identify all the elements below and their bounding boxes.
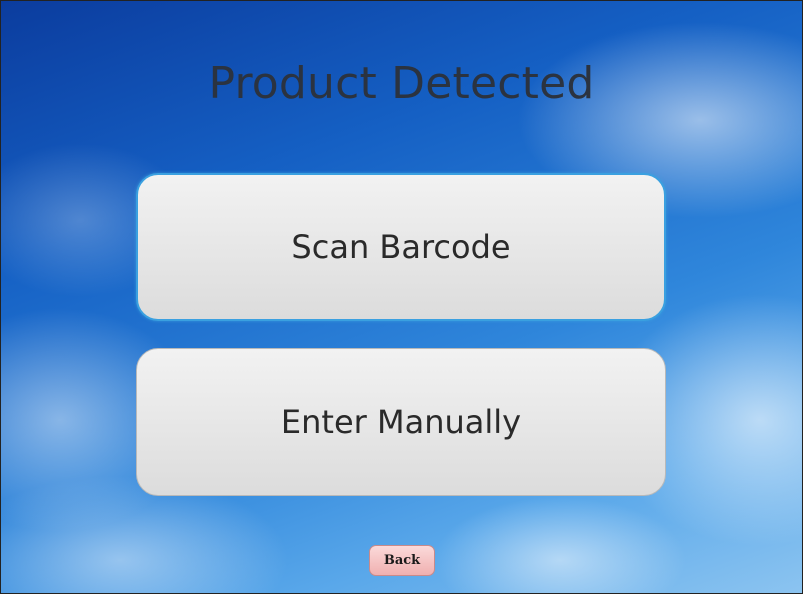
scan-barcode-button[interactable]: Scan Barcode xyxy=(136,173,666,321)
enter-manually-button[interactable]: Enter Manually xyxy=(136,348,666,496)
back-button[interactable]: Back xyxy=(369,545,435,576)
page-title: Product Detected xyxy=(208,58,595,109)
